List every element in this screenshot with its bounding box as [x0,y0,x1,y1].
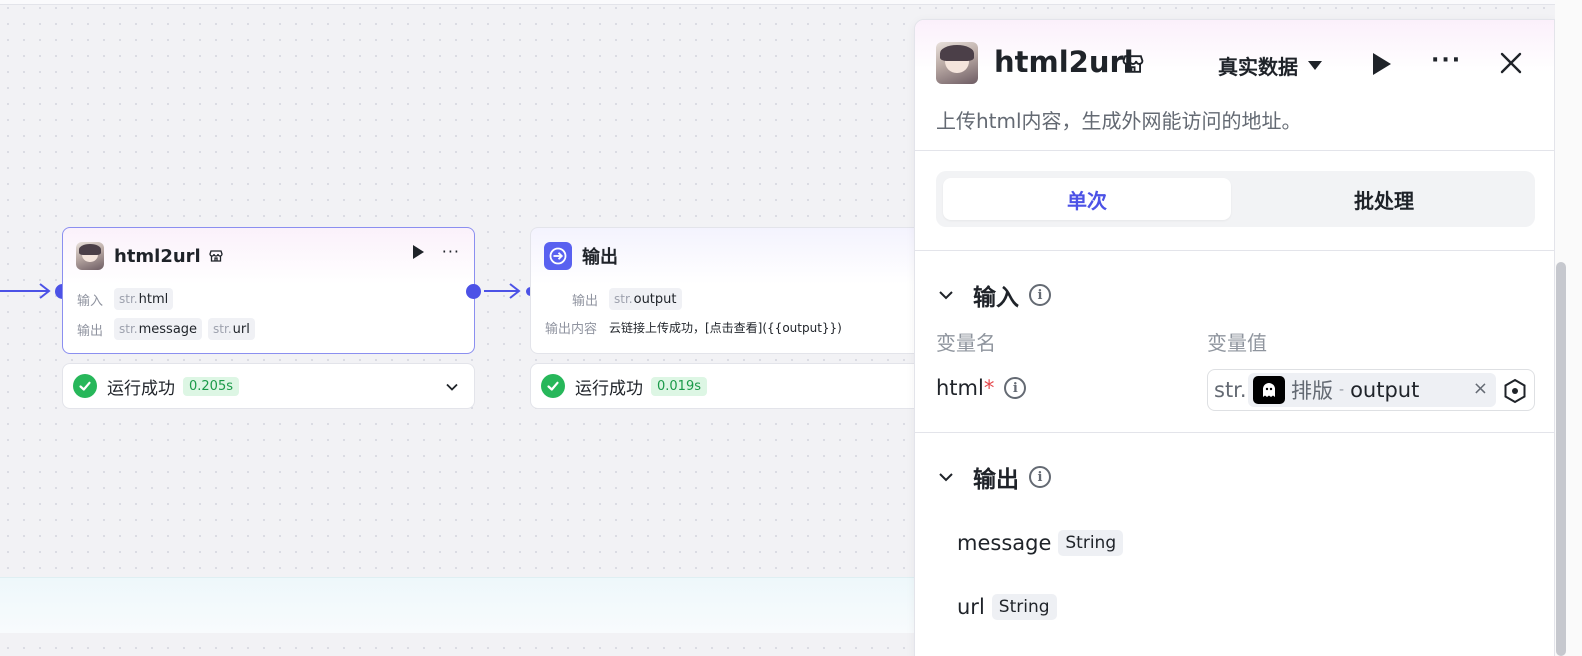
tag-type: str. [213,322,232,336]
output-tag: str. url [208,318,255,340]
panel-header: html2url 真实数据 ··· 上传html内容，生成外网能访问的地址。 [915,20,1554,151]
output-item: message String [957,530,1124,556]
output-section-title: 输出 [973,467,1019,493]
tag-type: str. [119,322,138,336]
store-icon [209,250,223,262]
ghost-icon [1253,376,1285,404]
ref-var-name: output [1350,378,1420,402]
output-type-badge: String [991,594,1057,620]
ref-separator: - [1339,382,1345,398]
output-item-name: url [957,595,985,619]
data-mode-label: 真实数据 [1218,55,1298,79]
tag-name: output [633,291,677,307]
var-name-text: html [936,376,984,400]
success-check-icon [73,374,97,398]
html2url-status-bar[interactable]: 运行成功 0.205s [62,363,475,409]
chevron-down-icon [939,473,953,482]
output-item: url String [957,594,1057,620]
more-icon[interactable]: ··· [1431,48,1462,73]
content-label: 输出内容 [545,322,598,337]
html2url-output-port[interactable] [466,284,481,299]
output-node-icon [544,242,572,270]
incoming-edge [0,283,51,299]
html2url-outputs-row: 输出 str. message str. url [77,318,261,340]
run-time-badge: 0.205s [183,376,239,396]
info-icon[interactable]: i [1029,466,1051,488]
var-html-value-field[interactable]: str. 排版 - output × [1207,369,1535,411]
canvas-bottom-band [0,577,930,633]
tag-type: str. [119,292,138,306]
tab-batch[interactable]: 批处理 [1240,178,1528,220]
tab-single[interactable]: 单次 [943,178,1231,220]
run-mode-tabs: 单次 批处理 [936,171,1535,227]
tag-type: str. [614,292,633,306]
chevron-down-icon [939,291,953,300]
store-icon [1122,55,1144,73]
inputs-label: 输入 [77,293,104,309]
html2url-node-title: html2url [114,245,201,267]
caret-down-icon [1308,61,1322,70]
status-text: 运行成功 [575,378,643,399]
col-var-value: 变量值 [1207,331,1267,355]
html2url-inputs-row: 输入 str. html [77,288,179,310]
tag-name: url [232,321,250,337]
variable-reference-chip[interactable]: 排版 - output × [1248,373,1496,407]
outputs-label: 输出 [77,323,104,339]
output-section-header[interactable]: 输出 i [936,460,1051,494]
input-section-header[interactable]: 输入 i [936,278,1051,312]
output-type-badge: String [1058,530,1124,556]
input-section-title: 输入 [973,285,1019,311]
chevron-down-icon[interactable] [444,379,460,395]
run-time-badge: 0.019s [651,376,707,396]
html2url-avatar [76,242,104,270]
canvas-top-border [0,0,1582,5]
output-node[interactable]: 输出 输出 str. output 输出内容 云链接上传成功，[点击查看]({{o… [530,227,930,354]
ref-node-name: 排版 [1291,379,1333,403]
html2url-node[interactable]: html2url ··· 输入 str. html 输出 str. message … [62,227,475,354]
node-run-icon[interactable] [412,245,424,259]
required-mark: * [983,376,995,400]
variable-settings-icon[interactable] [1502,378,1528,404]
panel-avatar [936,42,978,84]
info-icon[interactable]: i [1029,284,1051,306]
info-icon[interactable]: i [1004,377,1027,399]
run-icon[interactable] [1373,53,1391,75]
output-content-text: 云链接上传成功，[点击查看]({{output}}) [609,321,842,335]
var-type-prefix: str. [1214,378,1247,402]
output-tag: str. output [609,288,682,310]
panel-title: html2url [994,45,1134,79]
input-tag: str. html [114,288,174,310]
outputs-label: 输出 [572,293,599,309]
divider [915,250,1554,251]
scrollbar-thumb[interactable] [1556,262,1566,656]
output-item-name: message [957,531,1052,555]
output-tag: str. message [114,318,203,340]
col-var-name: 变量名 [936,331,996,355]
close-icon[interactable] [1498,50,1524,76]
divider [915,432,1554,433]
tag-name: message [138,321,198,337]
tag-name: html [138,291,169,307]
data-mode-dropdown[interactable]: 真实数据 [1218,51,1322,80]
success-check-icon [541,374,565,398]
output-content-row: 输出内容 云链接上传成功，[点击查看]({{output}}) [545,318,842,337]
edge-html2url-to-output [484,283,521,299]
var-html-label: html * i [936,376,1027,400]
panel-description: 上传html内容，生成外网能访问的地址。 [936,109,1302,133]
output-outputs-row: 输出 str. output [572,288,688,310]
status-text: 运行成功 [107,378,175,399]
clear-icon[interactable]: × [1473,378,1488,399]
output-status-bar[interactable]: 运行成功 0.019s [530,363,930,409]
output-node-title: 输出 [582,247,618,268]
node-test-panel: html2url 真实数据 ··· 上传html内容，生成外网能访问的地址。 单… [914,19,1555,656]
node-more-icon[interactable]: ··· [442,244,460,260]
